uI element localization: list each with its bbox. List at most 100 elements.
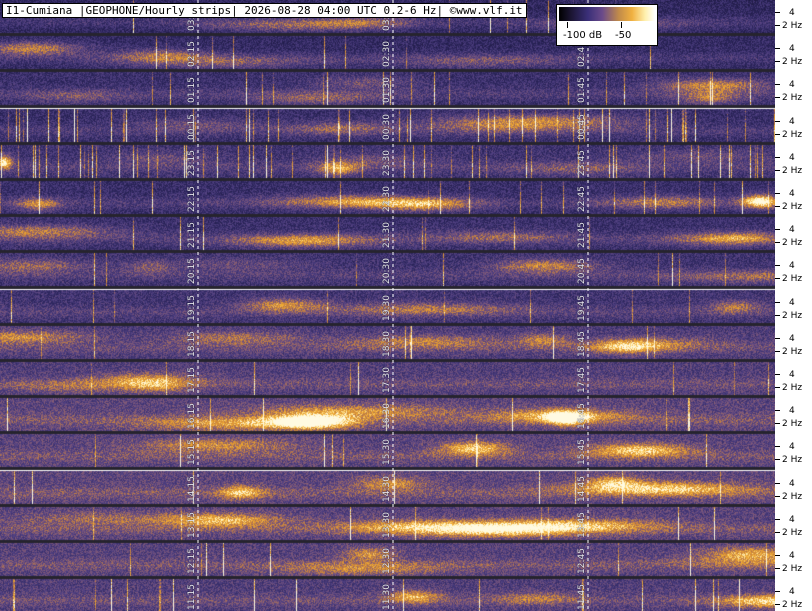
strip-time-label: 11:45 bbox=[577, 584, 587, 610]
strip-time-label: 12:15 bbox=[187, 548, 197, 574]
strip-time-label: 21:45 bbox=[577, 222, 587, 248]
strip-time-label: 23:15 bbox=[187, 150, 197, 176]
freq-label-upper: 4 bbox=[789, 442, 795, 452]
freq-tick-upper bbox=[775, 410, 780, 411]
strip-time-label: 00:30 bbox=[382, 114, 392, 140]
freq-tick-lower bbox=[775, 242, 780, 243]
strip-time-label: 20:45 bbox=[577, 258, 587, 284]
colorbar-max-label: -50 bbox=[615, 30, 632, 41]
freq-tick-upper bbox=[775, 302, 780, 303]
freq-tick-upper bbox=[775, 483, 780, 484]
freq-tick-lower bbox=[775, 423, 780, 424]
freq-tick-upper bbox=[775, 591, 780, 592]
page-title: I1-Cumiana |GEOPHONE/Hourly strips| 2026… bbox=[2, 3, 527, 18]
strip-time-label: 19:30 bbox=[382, 295, 392, 321]
spectrogram-view: 4 2 Hz 4 2 Hz 4 2 Hz 4 2 Hz 4 2 Hz 4 2 Hz 4 2 Hz 4 2 Hz… bbox=[0, 0, 812, 611]
strip-time-label: 14:15 bbox=[187, 476, 197, 502]
strip-time-label: 01:30 bbox=[382, 77, 392, 103]
strip-time-label: 12:45 bbox=[577, 548, 587, 574]
strip-time-label: 17:45 bbox=[577, 367, 587, 393]
freq-label-upper: 4 bbox=[789, 479, 795, 489]
strip-time-label: 19:45 bbox=[577, 295, 587, 321]
strip-time-label: 21:30 bbox=[382, 222, 392, 248]
strip-time-label: 18:45 bbox=[577, 331, 587, 357]
strip-time-label: 17:30 bbox=[382, 367, 392, 393]
strip-time-label: 13:15 bbox=[187, 512, 197, 538]
strip-time-label: 14:30 bbox=[382, 476, 392, 502]
freq-label-lower: 2 Hz bbox=[782, 238, 803, 248]
strip-time-label: 01:15 bbox=[187, 77, 197, 103]
freq-label-upper: 4 bbox=[789, 298, 795, 308]
freq-label-upper: 4 bbox=[789, 153, 795, 163]
freq-tick-lower bbox=[775, 459, 780, 460]
freq-tick-lower bbox=[775, 134, 780, 135]
strip-time-label: 12:30 bbox=[382, 548, 392, 574]
freq-tick-lower bbox=[775, 351, 780, 352]
freq-label-lower: 2 Hz bbox=[782, 600, 803, 610]
freq-tick-lower bbox=[775, 61, 780, 62]
strip-time-label: 22:30 bbox=[382, 186, 392, 212]
strip-time-label: 19:15 bbox=[187, 295, 197, 321]
freq-tick-lower bbox=[775, 604, 780, 605]
freq-tick-lower bbox=[775, 170, 780, 171]
freq-label-upper: 4 bbox=[789, 44, 795, 54]
strip-time-label: 01:45 bbox=[577, 77, 587, 103]
strip-time-label: 18:15 bbox=[187, 331, 197, 357]
strip-time-label: 15:30 bbox=[382, 439, 392, 465]
strip-time-label: 13:30 bbox=[382, 512, 392, 538]
freq-tick-upper bbox=[775, 12, 780, 13]
strip-time-label: 21:15 bbox=[187, 222, 197, 248]
freq-tick-upper bbox=[775, 229, 780, 230]
strip-time-label: 23:45 bbox=[577, 150, 587, 176]
freq-tick-upper bbox=[775, 48, 780, 49]
freq-tick-upper bbox=[775, 121, 780, 122]
strip-time-label: 02:30 bbox=[382, 41, 392, 67]
strip-time-label: 16:30 bbox=[382, 403, 392, 429]
freq-tick-lower bbox=[775, 532, 780, 533]
freq-label-lower: 2 Hz bbox=[782, 419, 803, 429]
freq-label-lower: 2 Hz bbox=[782, 455, 803, 465]
freq-tick-upper bbox=[775, 265, 780, 266]
freq-tick-upper bbox=[775, 555, 780, 556]
freq-tick-lower bbox=[775, 387, 780, 388]
freq-label-lower: 2 Hz bbox=[782, 130, 803, 140]
strip-time-label: 15:45 bbox=[577, 439, 587, 465]
strip-time-label: 16:15 bbox=[187, 403, 197, 429]
strip-time-label: 20:15 bbox=[187, 258, 197, 284]
freq-label-upper: 4 bbox=[789, 406, 795, 416]
freq-label-lower: 2 Hz bbox=[782, 57, 803, 67]
freq-tick-upper bbox=[775, 519, 780, 520]
strip-time-label: 15:15 bbox=[187, 439, 197, 465]
colorbar-gradient bbox=[559, 7, 655, 21]
freq-tick-upper bbox=[775, 374, 780, 375]
freq-tick-lower bbox=[775, 315, 780, 316]
colorbar: -100 dB -50 bbox=[556, 4, 658, 46]
freq-label-upper: 4 bbox=[789, 225, 795, 235]
colorbar-tick-min bbox=[567, 22, 568, 28]
strip-time-label: 22:45 bbox=[577, 186, 587, 212]
freq-label-upper: 4 bbox=[789, 551, 795, 561]
colorbar-tick-max bbox=[621, 22, 622, 28]
freq-label-upper: 4 bbox=[789, 334, 795, 344]
freq-label-lower: 2 Hz bbox=[782, 492, 803, 502]
freq-label-lower: 2 Hz bbox=[782, 274, 803, 284]
freq-tick-lower bbox=[775, 278, 780, 279]
strip-time-label: 22:15 bbox=[187, 186, 197, 212]
freq-tick-lower bbox=[775, 496, 780, 497]
freq-tick-upper bbox=[775, 193, 780, 194]
strip-time-label: 13:45 bbox=[577, 512, 587, 538]
strip-time-label: 18:30 bbox=[382, 331, 392, 357]
freq-label-lower: 2 Hz bbox=[782, 347, 803, 357]
freq-tick-upper bbox=[775, 84, 780, 85]
freq-label-lower: 2 Hz bbox=[782, 202, 803, 212]
freq-label-lower: 2 Hz bbox=[782, 93, 803, 103]
strip-time-label: 16:45 bbox=[577, 403, 587, 429]
freq-label-upper: 4 bbox=[789, 515, 795, 525]
strip-time-label: 17:15 bbox=[187, 367, 197, 393]
freq-label-upper: 4 bbox=[789, 261, 795, 271]
freq-label-upper: 4 bbox=[789, 587, 795, 597]
colorbar-min-label: -100 dB bbox=[563, 30, 603, 41]
freq-tick-lower bbox=[775, 25, 780, 26]
strip-time-label: 23:30 bbox=[382, 150, 392, 176]
freq-label-lower: 2 Hz bbox=[782, 311, 803, 321]
